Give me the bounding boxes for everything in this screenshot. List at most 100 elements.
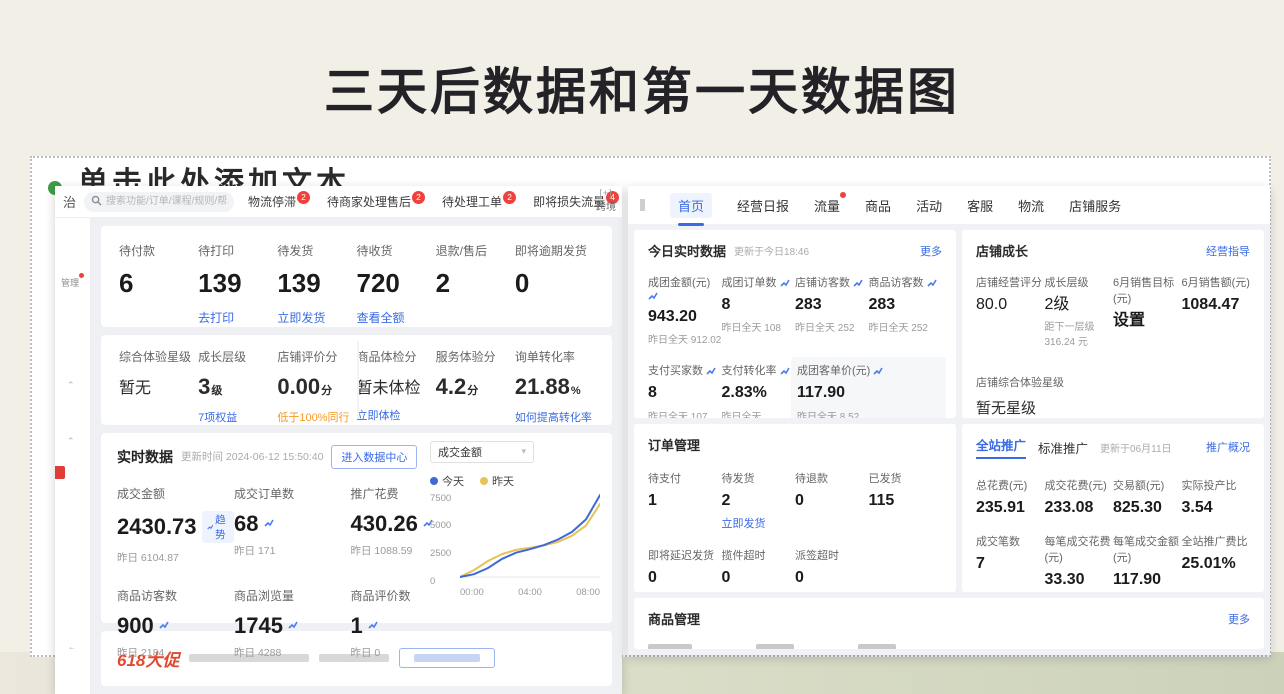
metric-prev: 昨日全天 107	[648, 408, 722, 418]
trend-icon[interactable]	[927, 278, 937, 288]
metric-label: 成团金额(元)	[648, 274, 722, 302]
score-label: 商品体检分	[356, 348, 435, 365]
tab-home[interactable]: 首页	[670, 193, 712, 218]
metric-value: 283	[795, 296, 869, 314]
more-link[interactable]: 更多	[1228, 611, 1250, 627]
nav-item-logistics-stalled[interactable]: 物流停滞2	[248, 193, 310, 210]
tab-standard-promo[interactable]: 标准推广	[1038, 438, 1088, 457]
view-amount-link[interactable]: 查看全额	[356, 309, 435, 326]
shop-score-card: 综合体验星级 暂无 成长层级 3级 7项权益 店铺评价分 0.00分 低于100…	[101, 335, 612, 425]
trend-icon[interactable]	[706, 366, 716, 376]
sidebar-item-manage[interactable]: 管理	[61, 276, 79, 289]
check-now-link[interactable]: 立即体检	[356, 407, 435, 423]
trend-icon[interactable]	[780, 366, 790, 376]
metric: 总花费(元) 235.91	[976, 477, 1045, 517]
trend-icon[interactable]	[780, 278, 790, 288]
metric-label: 店铺访客数	[795, 274, 869, 290]
guidance-link[interactable]: 经营指导	[1206, 243, 1250, 259]
metric: 待退款 0	[795, 470, 869, 531]
metric-prev: 昨日 2184	[117, 645, 234, 660]
metric-value: 33.30	[1045, 571, 1114, 589]
score-label: 服务体验分	[436, 348, 515, 365]
go-print-link[interactable]: 去打印	[198, 309, 277, 326]
metric-label: 支付转化率	[722, 362, 796, 378]
card-title: 商品管理	[648, 609, 700, 628]
ship-now-link[interactable]: 立即发货	[722, 515, 796, 531]
ship-now-link[interactable]: 立即发货	[277, 309, 356, 326]
metric-value: 117.90	[797, 384, 940, 402]
score-value: 0.00分	[277, 374, 356, 400]
kpi-value: 139	[277, 269, 356, 299]
metric-prev: 昨日全天 42.46%	[722, 408, 796, 418]
more-link[interactable]: 更多	[920, 243, 942, 259]
metric-label: 即将延迟发货	[648, 547, 722, 563]
right-top-nav: 首页 经营日报 流量 商品 活动 客服 物流 店铺服务	[628, 186, 1270, 224]
kpi-item: 即将逾期发货 0	[515, 242, 594, 327]
tab-activities[interactable]: 活动	[916, 196, 942, 215]
metric-value: 825.30	[1113, 499, 1182, 517]
metric-value: 1084.47	[1182, 296, 1251, 314]
metric: 支付转化率 2.83% 昨日全天 42.46%	[722, 362, 796, 418]
tab-customer-service[interactable]: 客服	[967, 196, 993, 215]
trend-icon[interactable]	[264, 518, 274, 528]
card-updated: 更新于06月11日	[1100, 440, 1172, 455]
metric-label: 已发货	[869, 470, 943, 486]
trend-link[interactable]: 趋势	[202, 511, 235, 543]
data-center-button[interactable]: 进入数据中心	[331, 445, 417, 469]
metric-label: 每笔成交花费(元)	[1045, 533, 1114, 565]
metric-value: 8	[648, 384, 722, 402]
nav-item-pending-aftersales[interactable]: 待商家处理售后2	[327, 193, 425, 210]
kpi-item: 待发货 139 立即发货	[277, 242, 356, 327]
tab-daily-report[interactable]: 经营日报	[737, 196, 789, 215]
set-goal-link[interactable]: 设置	[1113, 312, 1182, 330]
nav-item-pending-tickets[interactable]: 待处理工单2	[442, 193, 516, 210]
score-item: 商品体检分 暂未体检 立即体检	[356, 348, 435, 425]
metric-value: 283	[869, 296, 943, 314]
tab-traffic[interactable]: 流量	[814, 196, 840, 215]
clipped-row	[648, 644, 1250, 649]
tab-products[interactable]: 商品	[865, 196, 891, 215]
below-peers-link[interactable]: 低于100%同行	[277, 409, 356, 425]
legend-today[interactable]: 今天	[430, 473, 464, 489]
trend-icon[interactable]	[288, 620, 298, 630]
screen-switch-icon[interactable]: [+]	[596, 188, 616, 198]
metric-prev: 昨日全天 252	[795, 319, 869, 334]
metric: 全站推广费比 25.01%	[1182, 533, 1251, 589]
legend-dot-blue	[430, 477, 438, 485]
search-input[interactable]	[84, 192, 234, 212]
kpi-label: 即将逾期发货	[515, 242, 594, 259]
chevron-up-icon[interactable]: ⌃	[67, 380, 75, 391]
kpi-label: 待付款	[119, 242, 198, 259]
trend-icon[interactable]	[159, 620, 169, 630]
chevron-up-icon[interactable]: ⌃	[67, 436, 75, 447]
metric-value: 8	[722, 296, 796, 314]
trend-icon[interactable]	[873, 366, 883, 376]
cross-border-label: 跨境	[596, 198, 616, 213]
trend-icon[interactable]	[648, 291, 658, 301]
notification-dot	[79, 273, 84, 278]
metric-label: 成交金额	[117, 485, 234, 502]
trend-icon[interactable]	[853, 278, 863, 288]
metric: 揽件超时 0	[722, 547, 796, 587]
improve-conversion-link[interactable]: 如何提高转化率	[515, 409, 594, 425]
promo-overview-link[interactable]: 推广概况	[1206, 439, 1250, 455]
metric-label: 店铺经营评分	[976, 274, 1045, 290]
metric: 实际投产比 3.54	[1182, 477, 1251, 517]
notification-dot	[840, 192, 846, 198]
score-label: 店铺评价分	[277, 348, 356, 365]
metric-value: 7	[976, 555, 1045, 573]
tab-logistics[interactable]: 物流	[1018, 196, 1044, 215]
metric-prev: 昨日 171	[234, 543, 350, 558]
metric-label: 商品访客数	[869, 274, 943, 290]
metric-prev: 昨日全天 912.02	[648, 331, 722, 346]
tab-shop-services[interactable]: 店铺服务	[1069, 196, 1121, 215]
legend-yesterday[interactable]: 昨天	[480, 473, 514, 489]
tab-sitewide-promo[interactable]: 全站推广	[976, 435, 1026, 459]
metric-value: 0	[795, 569, 869, 587]
metric-select[interactable]: 成交金额▾	[430, 441, 534, 463]
metric: 每笔成交金额(元) 117.90	[1113, 533, 1182, 589]
trend-icon[interactable]	[368, 620, 378, 630]
kpi-label: 待打印	[198, 242, 277, 259]
metric-label: 每笔成交金额(元)	[1113, 533, 1182, 565]
benefits-link[interactable]: 7项权益	[198, 409, 277, 425]
